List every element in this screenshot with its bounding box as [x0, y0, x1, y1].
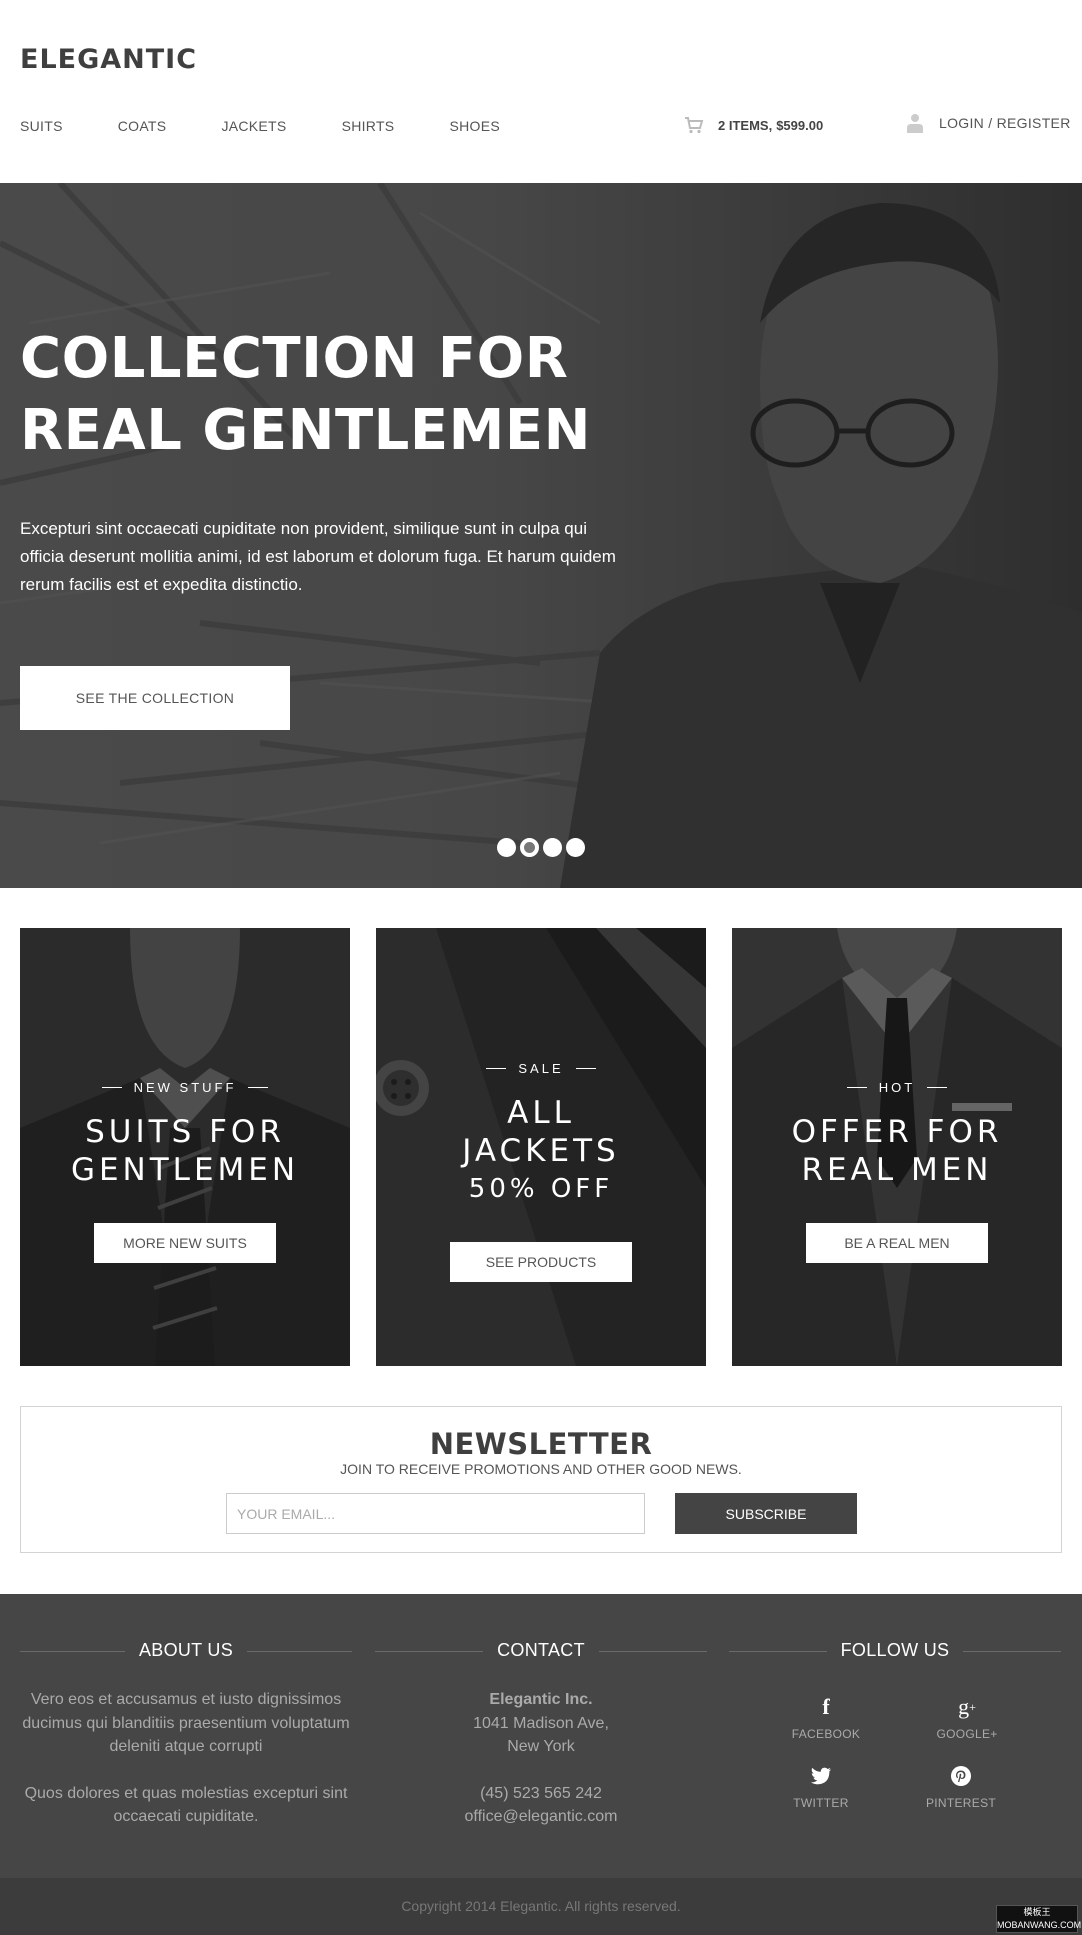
nav-jackets[interactable]: JACKETS: [221, 118, 286, 134]
offer-card-tag: HOT: [732, 1080, 1062, 1095]
twitter-icon: [761, 1761, 881, 1791]
about-heading: ABOUT US: [124, 1640, 248, 1660]
twitter-link[interactable]: TWITTER: [761, 1761, 881, 1810]
hero-title-line-1: COLLECTION FOR: [20, 326, 569, 391]
slider-dot-2[interactable]: [520, 838, 539, 857]
company-name: Elegantic Inc.: [489, 1691, 593, 1708]
suits-card-title: SUITS FOR GENTLEMEN: [70, 1114, 300, 1188]
nav-suits[interactable]: SUITS: [20, 118, 63, 134]
nav-shirts[interactable]: SHIRTS: [342, 118, 395, 134]
more-new-suits-button[interactable]: MORE NEW SUITS: [94, 1223, 276, 1263]
about-text-1: Vero eos et accusamus et iusto dignissim…: [22, 1691, 350, 1755]
cart-total-price: $599.00: [776, 117, 824, 133]
nav-shoes[interactable]: SHOES: [449, 118, 500, 134]
promo-card-offer[interactable]: HOT OFFER FOR REAL MEN BE A REAL MEN: [732, 928, 1062, 1366]
login-register-label: LOGIN / REGISTER: [939, 115, 1071, 131]
footer-follow: FOLLOW US f FACEBOOK g + GOOGLE+ TWITTER …: [729, 1594, 1061, 1810]
contact-heading: CONTACT: [483, 1640, 599, 1660]
footer-contact: CONTACT Elegantic Inc. 1041 Madison Ave,…: [375, 1594, 707, 1829]
copyright-bar: Copyright 2014 Elegantic. All rights res…: [0, 1878, 1082, 1935]
cart-summary[interactable]: 2 ITEMS, $599.00: [684, 116, 823, 134]
slider-dot-4[interactable]: [566, 838, 585, 857]
contact-details: (45) 523 565 242 office@elegantic.com: [375, 1782, 707, 1829]
newsletter-box: NEWSLETTER JOIN TO RECEIVE PROMOTIONS AN…: [20, 1406, 1062, 1553]
footer-about: ABOUT US Vero eos et accusamus et iusto …: [20, 1594, 352, 1829]
site-header: ELEGANTIC SUITS COATS JACKETS SHIRTS SHO…: [0, 0, 1082, 183]
address-line-1: 1041 Madison Ave,: [473, 1714, 609, 1732]
be-a-real-men-button[interactable]: BE A REAL MEN: [806, 1223, 988, 1263]
newsletter-title: NEWSLETTER: [429, 1427, 653, 1461]
see-products-button[interactable]: SEE PRODUCTS: [450, 1242, 632, 1282]
slider-pagination: [497, 838, 589, 857]
suits-card-content: NEW STUFF SUITS FOR GENTLEMEN MORE NEW S…: [20, 1080, 350, 1263]
pinterest-icon: [901, 1761, 1021, 1791]
cart-items-count: 2 ITEMS,: [718, 117, 773, 133]
about-text-2: Quos dolores et quas molestias excepturi…: [24, 1784, 348, 1826]
login-register-link[interactable]: LOGIN / REGISTER: [907, 113, 1071, 133]
facebook-link[interactable]: f FACEBOOK: [766, 1692, 886, 1741]
promo-card-suits[interactable]: NEW STUFF SUITS FOR GENTLEMEN MORE NEW S…: [20, 928, 350, 1366]
email-link[interactable]: office@elegantic.com: [375, 1805, 707, 1829]
promo-cards: NEW STUFF SUITS FOR GENTLEMEN MORE NEW S…: [20, 928, 1062, 1366]
offer-card-content: HOT OFFER FOR REAL MEN BE A REAL MEN: [732, 1080, 1062, 1263]
see-collection-button[interactable]: SEE THE COLLECTION: [20, 666, 290, 730]
site-footer: ABOUT US Vero eos et accusamus et iusto …: [0, 1594, 1082, 1878]
jackets-card-content: SALE ALL JACKETS 50% OFF SEE PRODUCTS: [376, 1061, 706, 1282]
slider-dot-3[interactable]: [543, 838, 562, 857]
hero-title-line-2: REAL GENTLEMEN: [20, 398, 591, 463]
email-input[interactable]: [226, 1493, 645, 1534]
copyright-text: Copyright 2014 Elegantic. All rights res…: [401, 1898, 681, 1914]
user-icon: [907, 114, 923, 133]
address-line-2: New York: [507, 1738, 575, 1755]
google-plus-icon: g +: [958, 1694, 976, 1719]
suits-card-tag: NEW STUFF: [20, 1080, 350, 1095]
pinterest-link[interactable]: PINTEREST: [901, 1761, 1021, 1810]
cart-icon: [685, 117, 704, 134]
hero-title: COLLECTION FOR REAL GENTLEMEN: [20, 323, 660, 467]
hero-slider: COLLECTION FOR REAL GENTLEMEN Excepturi …: [0, 183, 1082, 888]
hero-description: Excepturi sint occaecati cupiditate non …: [20, 519, 616, 594]
jackets-card-tag: SALE: [376, 1061, 706, 1076]
phone-number: (45) 523 565 242: [480, 1784, 602, 1802]
promo-card-jackets[interactable]: SALE ALL JACKETS 50% OFF SEE PRODUCTS: [376, 928, 706, 1366]
contact-address: Elegantic Inc. 1041 Madison Ave, New Yor…: [375, 1688, 707, 1759]
google-plus-link[interactable]: g + GOOGLE+: [907, 1692, 1027, 1741]
newsletter-subtitle: JOIN TO RECEIVE PROMOTIONS AND OTHER GOO…: [340, 1461, 742, 1477]
newsletter-form: SUBSCRIBE: [226, 1493, 857, 1534]
follow-heading: FOLLOW US: [826, 1640, 964, 1660]
facebook-icon: f: [822, 1694, 830, 1719]
nav-coats[interactable]: COATS: [118, 118, 167, 134]
jackets-card-title: ALL JACKETS 50% OFF: [462, 1095, 620, 1204]
main-nav: SUITS COATS JACKETS SHIRTS SHOES: [20, 118, 555, 134]
offer-card-title: OFFER FOR REAL MEN: [791, 1114, 1003, 1188]
slider-dot-1[interactable]: [497, 838, 516, 857]
watermark-badge: 模板王 MOBANWANG.COM: [996, 1905, 1081, 1933]
subscribe-button[interactable]: SUBSCRIBE: [675, 1493, 857, 1534]
site-logo[interactable]: ELEGANTIC: [20, 44, 197, 75]
